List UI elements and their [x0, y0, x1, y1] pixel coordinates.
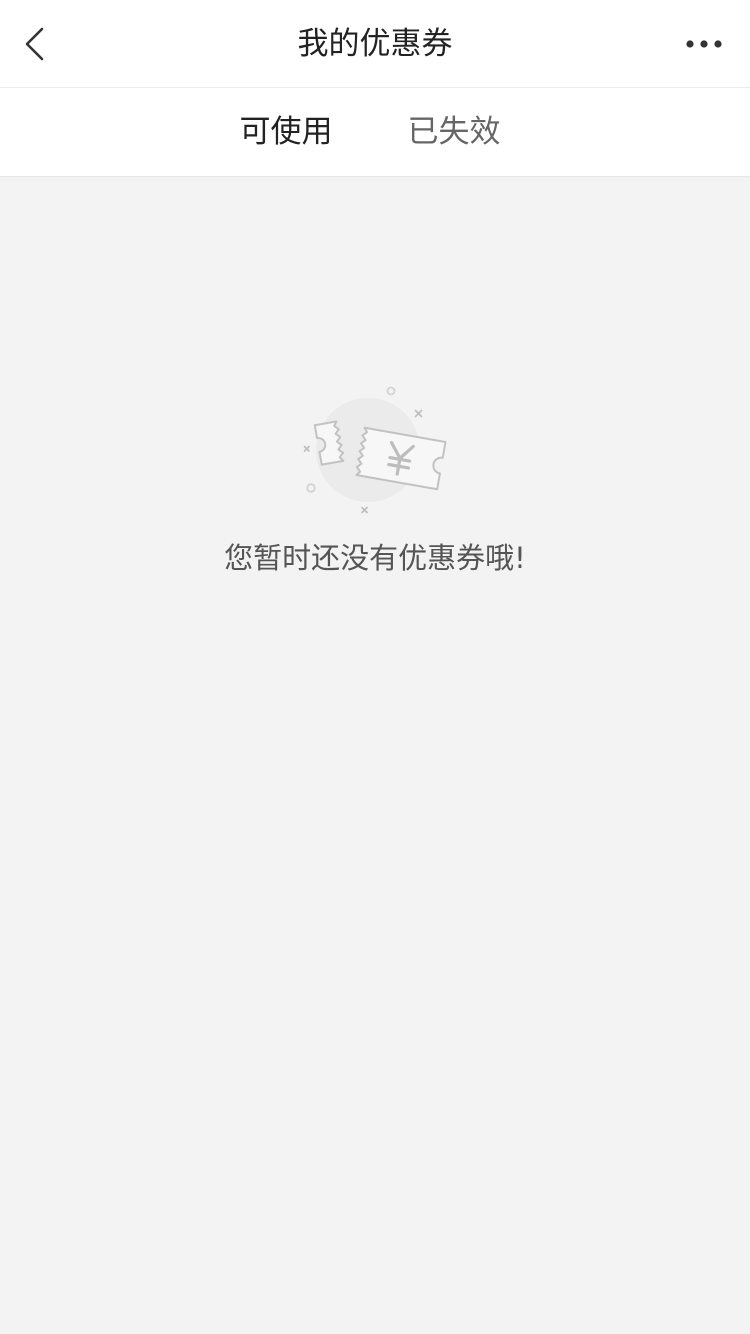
back-button[interactable]	[0, 0, 70, 88]
tab-bar: 可使用 已失效	[0, 88, 750, 177]
tab-expired[interactable]: 已失效	[384, 88, 524, 177]
page-title: 我的优惠券	[297, 26, 453, 62]
navbar: 我的优惠券	[0, 0, 750, 88]
tab-available[interactable]: 可使用	[216, 88, 356, 177]
more-button[interactable]	[658, 0, 750, 88]
more-dots-icon	[686, 40, 722, 48]
chevron-left-icon	[25, 27, 44, 61]
coupon-icon	[303, 386, 447, 514]
empty-message: 您暂时还没有优惠券哦!	[224, 541, 526, 575]
